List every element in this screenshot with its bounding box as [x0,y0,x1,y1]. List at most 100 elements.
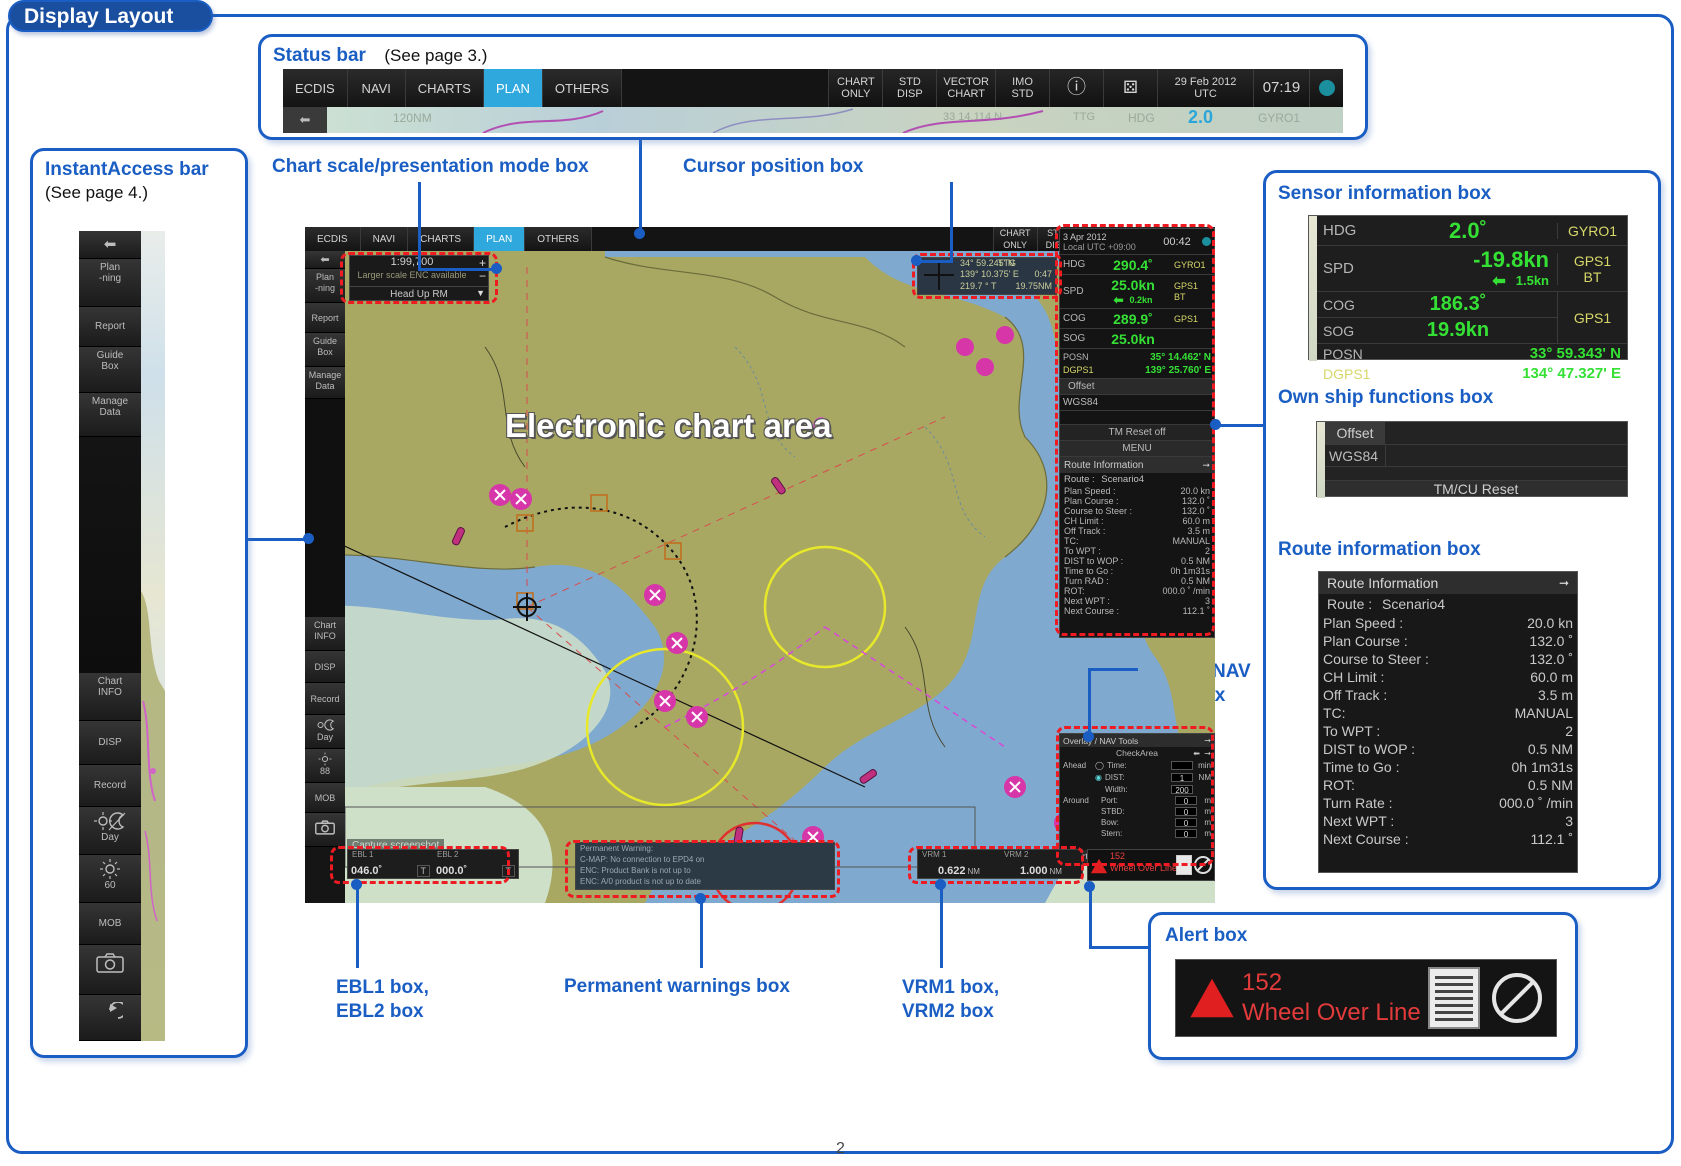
screen-ebl1-ref[interactable]: T [416,864,430,877]
screen-vrm1-value[interactable]: 0.622 [938,865,966,877]
overlay-time-input[interactable] [1171,760,1193,770]
overlay-around-row[interactable]: Around Port: 0 m [1060,795,1214,806]
chart-scale-minus-button[interactable]: − [479,269,486,283]
sidebar-item-chart-info[interactable]: Chart INFO [79,673,141,721]
screen-datum-row[interactable]: WGS84 [1060,395,1214,411]
overlay-dist-input[interactable]: 1 [1171,772,1193,783]
status-bar-datetime[interactable]: 29 Feb 2012 UTC [1157,69,1253,107]
screen-sidebar-record[interactable]: Record [305,683,345,715]
chart-only-line2: ONLY [841,88,871,100]
screen-chart-only-button[interactable]: CHART ONLY [992,227,1037,251]
std-disp-button[interactable]: STD DISP [882,69,937,107]
sidebar-item-guide-box[interactable]: Guide Box [79,347,141,393]
sidebar-item-manage-data[interactable]: Manage Data [79,393,141,437]
route-row: Next Course : 112.1 ˚ [1319,830,1577,848]
route-row: Off Track : 3.5 m [1319,686,1577,704]
screen-sidebar-guide-box[interactable]: Guide Box [305,333,345,367]
presentation-mode-value[interactable]: Head Up RM [350,286,488,301]
route-information-expand-icon[interactable]: ➞ [1559,576,1569,590]
tab-ecdis[interactable]: ECDIS [283,69,348,107]
route-value: Scenario4 [1382,596,1446,612]
sidebar-item-record[interactable]: Record [79,765,141,807]
own-ship-reset-button[interactable]: TM/CU Reset [1434,481,1519,497]
overlay-time-radio[interactable]: ◯ [1095,761,1104,770]
screen-sidebar-day[interactable]: Day [305,715,345,749]
route-row: Plan Course : 132.0 ˚ [1319,632,1577,650]
screen-vrm2-value[interactable]: 1.000 [1020,865,1048,877]
screen-sidebar-manage-data[interactable]: Manage Data [305,367,345,399]
screen-sidebar-planning[interactable]: Plan -ning [305,269,345,303]
back-arrow-icon[interactable]: ⬅ [79,231,141,259]
overlay-around-input[interactable]: 0 [1175,829,1197,839]
overlay-nav-expand-icon[interactable]: ➞ [1204,736,1211,745]
screen-sidebar-disp[interactable]: DISP [305,651,345,683]
own-ship-offset-label[interactable]: Offset [1325,422,1385,444]
screen-prohibition-icon[interactable] [1193,855,1213,875]
status-bar-time[interactable]: 07:19 [1253,69,1309,107]
tab-others[interactable]: OTHERS [542,69,623,107]
own-ship-datum-label[interactable]: WGS84 [1325,448,1385,464]
screen-back-arrow-icon[interactable]: ⬅ [305,251,345,269]
overlay-nav-prev-icon[interactable]: ⬅ [1193,749,1200,758]
prohibition-icon[interactable] [1488,969,1546,1027]
overlay-nav-next-icon[interactable]: ➞ [1204,749,1211,758]
overlay-around-input[interactable]: 0 [1175,807,1197,817]
imo-std-button[interactable]: IMO STD [995,69,1049,107]
screen-ebl2-ref[interactable]: T [501,864,515,877]
sidebar-item-report[interactable]: Report [79,307,141,347]
route-information-callout-label: Route information box [1278,539,1481,560]
tab-navi[interactable]: NAVI [347,69,406,107]
instant-access-callout-label: InstantAccess bar [45,159,209,180]
route-row-label: CH Limit : [1323,669,1385,685]
overlay-around-row[interactable]: STBD: 0 m [1060,806,1214,817]
screen-tab-plan[interactable]: PLAN [474,227,526,251]
chart-only-button[interactable]: CHART ONLY [828,69,883,107]
sidebar-item-day[interactable]: Day [79,807,141,855]
sidebar-item-mob[interactable]: MOB [79,903,141,945]
screen-ebl2-value[interactable]: 000.0˚ [436,865,467,877]
screen-list-icon[interactable] [1176,855,1192,875]
route-information-header[interactable]: Route Information ➞ [1319,572,1577,594]
overlay-ahead-dist-row[interactable]: ◉ DIST: 1 NM [1060,771,1214,783]
tab-plan[interactable]: PLAN [483,69,543,107]
screen-tab-others-label: OTHERS [537,233,579,245]
screen-route-expand-icon[interactable]: ➞ [1202,460,1210,471]
vector-chart-button[interactable]: VECTOR CHART [936,69,995,107]
screen-tm-reset-row[interactable]: TM Reset off [1060,425,1214,441]
sidebar-item-planning[interactable]: Plan -ning [79,259,141,307]
sidebar-item-undo[interactable] [79,995,141,1041]
alert-box[interactable]: 152 Wheel Over Line [1175,959,1557,1037]
sidebar-item-disp[interactable]: DISP [79,721,141,765]
screen-sidebar-chart-info[interactable]: Chart INFO [305,617,345,651]
overlay-dist-radio[interactable]: ◉ [1095,773,1102,782]
screen-offset-row[interactable]: Offset [1060,379,1214,395]
screen-route-info-header[interactable]: Route Information ➞ [1060,457,1214,473]
overlay-around-row[interactable]: Stern: 0 m [1060,828,1214,839]
screen-alert-box[interactable]: 152 Wheel Over Line [1087,849,1215,881]
overlay-ahead-time-row[interactable]: Ahead ◯ Time: min [1060,759,1214,771]
screen-tab-ecdis[interactable]: ECDIS [305,227,361,251]
ecdis-screen[interactable]: Electronic chart area ECDIS NAVI CHARTS … [305,227,1215,903]
screen-sidebar-capture[interactable] [305,813,345,847]
screen-ebl1-value[interactable]: 046.0˚ [351,865,382,877]
overlay-width-input[interactable]: 200 [1171,784,1193,795]
screen-sidebar-report[interactable]: Report [305,303,345,333]
screen-menu-row[interactable]: MENU [1060,441,1214,457]
chevron-down-icon[interactable]: ▼ [476,288,485,298]
undo-icon [109,1002,123,1019]
question-mark-icon[interactable]: ⓘ [1049,69,1103,107]
tab-charts[interactable]: CHARTS [405,69,484,107]
overlay-around-row[interactable]: Bow: 0 m [1060,817,1214,828]
std-disp-line1: STD [898,76,921,88]
list-icon[interactable] [1428,967,1480,1029]
overlay-around-input[interactable]: 0 [1175,796,1197,806]
screen-sidebar-brightness[interactable]: 88 [305,749,345,783]
overlay-width-row[interactable]: Width: 200 [1060,783,1214,795]
sidebar-item-brightness[interactable]: 60 [79,855,141,903]
users-icon[interactable]: ⚄ [1103,69,1157,107]
screen-tab-others[interactable]: OTHERS [525,227,592,251]
screen-sidebar-mob[interactable]: MOB [305,783,345,813]
sidebar-item-capture[interactable] [79,945,141,995]
screen-tab-navi[interactable]: NAVI [360,227,409,251]
overlay-around-input[interactable]: 0 [1175,818,1197,828]
